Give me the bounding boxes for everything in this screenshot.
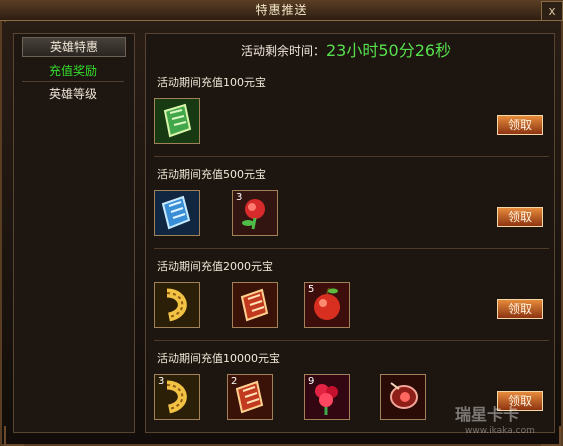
red-apple-icon[interactable]: 5 (304, 282, 350, 328)
timer-label: 活动剩余时间： (241, 44, 326, 58)
tier-title: 活动期间充值500元宝 (157, 168, 266, 181)
item-quantity: 3 (236, 192, 243, 203)
rose-icon[interactable]: 3 (232, 190, 278, 236)
golden-larva-icon[interactable]: 3 (154, 374, 200, 420)
tier-divider (154, 248, 549, 249)
close-button[interactable]: x (541, 1, 563, 21)
golden-larva-icon[interactable] (154, 282, 200, 328)
claim-button[interactable]: 领取 (497, 207, 543, 227)
tier-title: 活动期间充值100元宝 (157, 76, 266, 89)
sidebar-item-hero-level[interactable]: 英雄等级 (22, 84, 124, 104)
tier-divider (154, 340, 549, 341)
tier-title: 活动期间充值2000元宝 (157, 260, 273, 273)
item-quantity: 5 (308, 284, 315, 295)
green-scroll-icon[interactable] (154, 98, 200, 144)
tier-divider (154, 156, 549, 157)
sidebar: 英雄特惠 充值奖励 英雄等级 (13, 33, 135, 433)
blue-scroll-icon[interactable] (154, 190, 200, 236)
red-amulet-icon[interactable] (380, 374, 426, 420)
sidebar-header[interactable]: 英雄特惠 (22, 37, 126, 57)
claim-button[interactable]: 领取 (497, 115, 543, 135)
item-quantity: 9 (308, 376, 315, 387)
reward-tier: 活动期间充值500元宝 3 领取 (146, 160, 554, 248)
reward-tier: 活动期间充值100元宝 领取 (146, 68, 554, 156)
watermark-logo: 瑞星卡卡 (455, 405, 520, 424)
red-rose-bouquet-icon[interactable]: 9 (304, 374, 350, 420)
title-bar: 特惠推送 x (0, 0, 563, 21)
countdown-timer: 23小时50分26秒 (326, 41, 452, 60)
claim-button[interactable]: 领取 (497, 299, 543, 319)
window-title: 特惠推送 (255, 3, 308, 17)
tier-title: 活动期间充值10000元宝 (157, 352, 280, 365)
item-quantity: 3 (158, 376, 165, 387)
reward-panel: 活动剩余时间： 23小时50分26秒 活动期间充值100元宝 领取 活动期间充值… (145, 33, 555, 433)
sidebar-item-recharge-reward[interactable]: 充值奖励 (22, 61, 124, 82)
red-scroll-icon[interactable] (232, 282, 278, 328)
watermark-url: www.ikaka.com (465, 426, 535, 436)
red-scroll-icon[interactable]: 2 (227, 374, 273, 420)
reward-tier: 活动期间充值2000元宝 5 领取 (146, 252, 554, 340)
item-quantity: 2 (231, 376, 238, 387)
